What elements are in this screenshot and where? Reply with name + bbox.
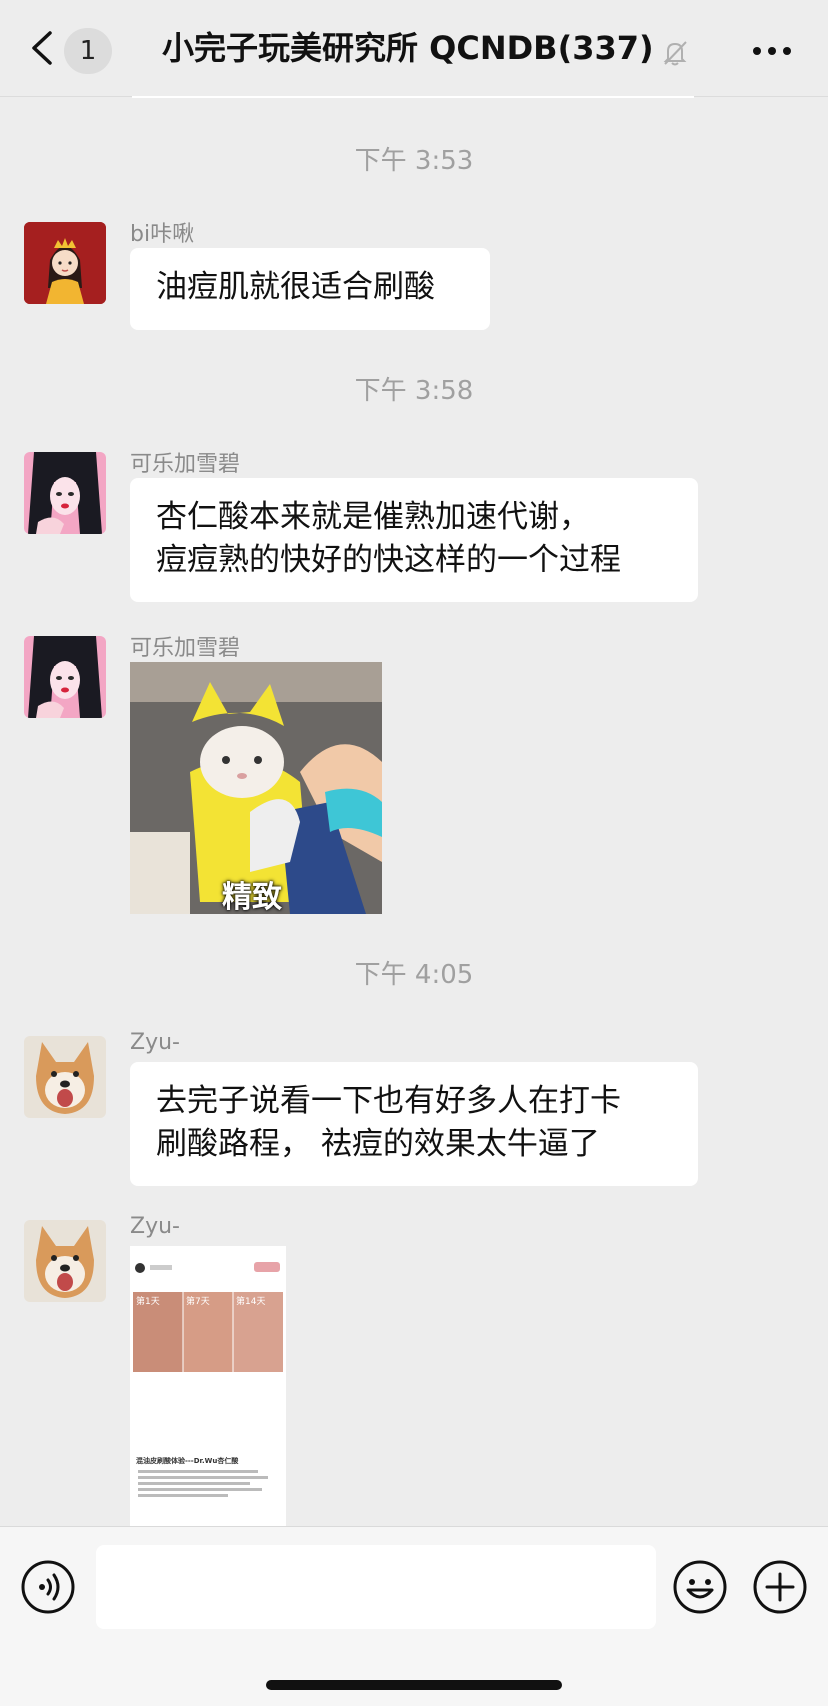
post-heading: 混油皮刷酸体验---Dr.Wu杏仁酸	[136, 1457, 239, 1465]
voice-icon[interactable]	[20, 1559, 76, 1615]
shiba-dog-avatar	[24, 1036, 106, 1118]
avatar[interactable]	[24, 636, 106, 718]
chevron-left-icon[interactable]	[28, 30, 58, 66]
message-text-line: 杏仁酸本来就是催熟加速代谢，	[156, 499, 590, 535]
message-text: 油痘肌就很适合刷酸	[156, 269, 435, 305]
emoji-smile-icon[interactable]	[672, 1559, 728, 1615]
sender-name: Zyu-	[130, 1030, 180, 1055]
sticker-caption: 精致	[222, 880, 282, 914]
timestamp: 下午 3:58	[354, 376, 474, 406]
day-label: 第1天	[136, 1297, 160, 1307]
sender-name: 可乐加雪碧	[130, 636, 241, 661]
timestamp: 下午 4:05	[354, 960, 474, 990]
shared-screenshot-image[interactable]: 第1天 第7天 第14天 混油皮刷酸体验---Dr.Wu杏仁酸	[130, 1246, 286, 1526]
message-input[interactable]	[96, 1545, 656, 1629]
message-text-line: 痘痘熟的快好的快这样的一个过程	[156, 542, 621, 578]
input-bar	[0, 1526, 828, 1706]
cartoon-girl-crown-avatar	[24, 222, 106, 304]
day-label: 第14天	[236, 1297, 266, 1307]
message-bubble[interactable]: 去完子说看一下也有好多人在打卡 刷酸路程， 祛痘的效果太牛逼了	[130, 1062, 698, 1186]
avatar[interactable]	[24, 1036, 106, 1118]
anime-girl-pink-avatar	[24, 636, 106, 718]
home-indicator	[266, 1680, 562, 1690]
message-bubble[interactable]: 油痘肌就很适合刷酸	[130, 248, 490, 330]
sticker-image[interactable]: 精致	[130, 662, 382, 914]
chat-header: 1 小完子玩美研究所 QCNDB(337)	[0, 0, 828, 97]
message-bubble[interactable]: 杏仁酸本来就是催熟加速代谢， 痘痘熟的快好的快这样的一个过程	[130, 478, 698, 602]
avatar[interactable]	[24, 452, 106, 534]
plus-circle-icon[interactable]	[752, 1559, 808, 1615]
message-text-line: 刷酸路程， 祛痘的效果太牛逼了	[156, 1126, 600, 1162]
message-text-line: 去完子说看一下也有好多人在打卡	[156, 1083, 621, 1119]
group-title: 小完子玩美研究所 QCNDB(337)	[162, 29, 654, 67]
chat-message-list[interactable]: 下午 3:53 bi咔啾 油痘肌就很适合刷酸 下午 3:58 可乐加雪碧 杏仁酸…	[0, 98, 828, 1526]
shiba-dog-avatar	[24, 1220, 106, 1302]
bell-muted-icon	[663, 41, 687, 66]
avatar[interactable]	[24, 1220, 106, 1302]
unread-count-badge[interactable]: 1	[64, 28, 112, 74]
sender-name: Zyu-	[130, 1214, 180, 1239]
timestamp: 下午 3:53	[354, 146, 474, 176]
screenshot-thumbnail	[130, 1246, 286, 1526]
day-label: 第7天	[186, 1297, 210, 1307]
more-dots-icon[interactable]	[752, 46, 792, 56]
avatar[interactable]	[24, 222, 106, 304]
sender-name: bi咔啾	[130, 222, 195, 247]
sender-name: 可乐加雪碧	[130, 452, 241, 477]
anime-girl-pink-avatar	[24, 452, 106, 534]
